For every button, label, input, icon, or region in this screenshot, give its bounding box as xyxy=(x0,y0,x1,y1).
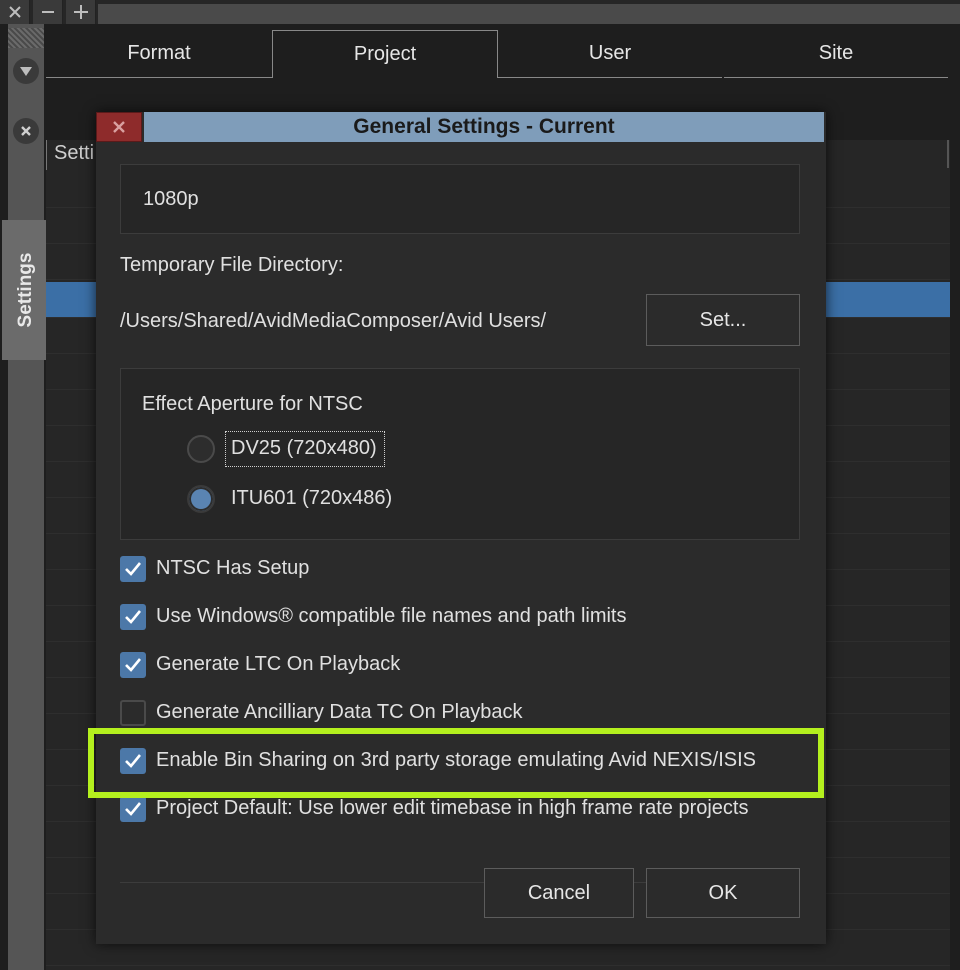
tab-label: Site xyxy=(818,42,854,64)
checkbox-label: Project Default: Use lower edit timebase… xyxy=(156,797,749,819)
checkmark-icon xyxy=(125,802,142,816)
close-icon xyxy=(8,6,21,18)
checkbox[interactable] xyxy=(120,604,146,630)
checkbox[interactable] xyxy=(120,556,146,582)
checkmark-icon xyxy=(125,562,142,576)
dialog-title: General Settings - Current xyxy=(144,112,824,142)
checkbox-windows-filenames[interactable]: Use Windows® compatible file names and p… xyxy=(120,604,810,634)
settings-side-tab-label: Settings xyxy=(15,252,36,328)
settings-side-tab[interactable]: Settings xyxy=(2,220,50,360)
column-divider xyxy=(46,140,47,170)
rail-grip[interactable] xyxy=(8,28,44,48)
radio-itu601[interactable] xyxy=(187,485,215,513)
checkbox[interactable] xyxy=(120,796,146,822)
set-directory-button[interactable]: Set... xyxy=(646,294,800,346)
checkbox-lower-timebase[interactable]: Project Default: Use lower edit timebase… xyxy=(120,796,810,826)
tab-format[interactable]: Format xyxy=(46,30,272,78)
settings-list-header: Setti xyxy=(54,142,95,164)
dialog-body: 1080p Temporary File Directory: /Users/S… xyxy=(96,142,826,944)
tab-user[interactable]: User xyxy=(498,30,722,78)
rail-close-button[interactable] xyxy=(13,118,39,144)
checkmark-icon xyxy=(125,610,142,624)
checkbox-label: NTSC Has Setup xyxy=(156,557,310,579)
format-field: 1080p xyxy=(120,164,800,234)
aperture-group: Effect Aperture for NTSC DV25 (720x480) … xyxy=(120,368,800,540)
window-minimize-button[interactable] xyxy=(33,0,63,24)
plus-icon xyxy=(73,5,88,19)
temp-dir-label: Temporary File Directory: xyxy=(120,254,344,276)
checkbox[interactable] xyxy=(120,652,146,678)
checkbox[interactable] xyxy=(120,700,146,726)
radio-dv25-label[interactable]: DV25 (720x480) xyxy=(231,437,377,460)
highlight-box xyxy=(88,728,824,798)
checkbox-label: Use Windows® compatible file names and p… xyxy=(156,605,627,627)
rail-menu-button[interactable] xyxy=(13,58,39,84)
close-icon xyxy=(21,126,31,136)
titlebar-drag-area[interactable] xyxy=(98,4,960,24)
radio-dv25[interactable] xyxy=(187,435,215,463)
side-rail xyxy=(8,24,44,970)
tab-site[interactable]: Site xyxy=(724,30,948,78)
column-divider xyxy=(947,140,949,168)
checkbox-label: Generate LTC On Playback xyxy=(156,653,401,675)
checkbox-ancillary-tc[interactable]: Generate Ancilliary Data TC On Playback xyxy=(120,700,810,730)
ok-button[interactable]: OK xyxy=(646,868,800,918)
triangle-down-icon xyxy=(20,67,32,76)
general-settings-dialog: General Settings - Current 1080p Tempora… xyxy=(96,112,826,944)
tab-label: Format xyxy=(127,42,191,64)
window-maximize-button[interactable] xyxy=(66,0,96,24)
aperture-label: Effect Aperture for NTSC xyxy=(142,393,363,415)
close-icon xyxy=(113,121,125,133)
dialog-close-button[interactable] xyxy=(96,112,142,142)
tab-label: Project xyxy=(353,43,417,65)
window-titlebar xyxy=(0,0,960,24)
window-close-button[interactable] xyxy=(0,0,30,24)
checkbox-ntsc-setup[interactable]: NTSC Has Setup xyxy=(120,556,810,586)
checkmark-icon xyxy=(125,658,142,672)
tab-label: User xyxy=(588,42,632,64)
cancel-button[interactable]: Cancel xyxy=(484,868,634,918)
checkbox-label: Generate Ancilliary Data TC On Playback xyxy=(156,701,523,723)
minimize-icon xyxy=(41,11,54,13)
tab-project[interactable]: Project xyxy=(272,30,498,78)
radio-itu601-label[interactable]: ITU601 (720x486) xyxy=(231,487,392,510)
checkbox-generate-ltc[interactable]: Generate LTC On Playback xyxy=(120,652,810,682)
temp-dir-path: /Users/Shared/AvidMediaComposer/Avid Use… xyxy=(120,310,547,332)
